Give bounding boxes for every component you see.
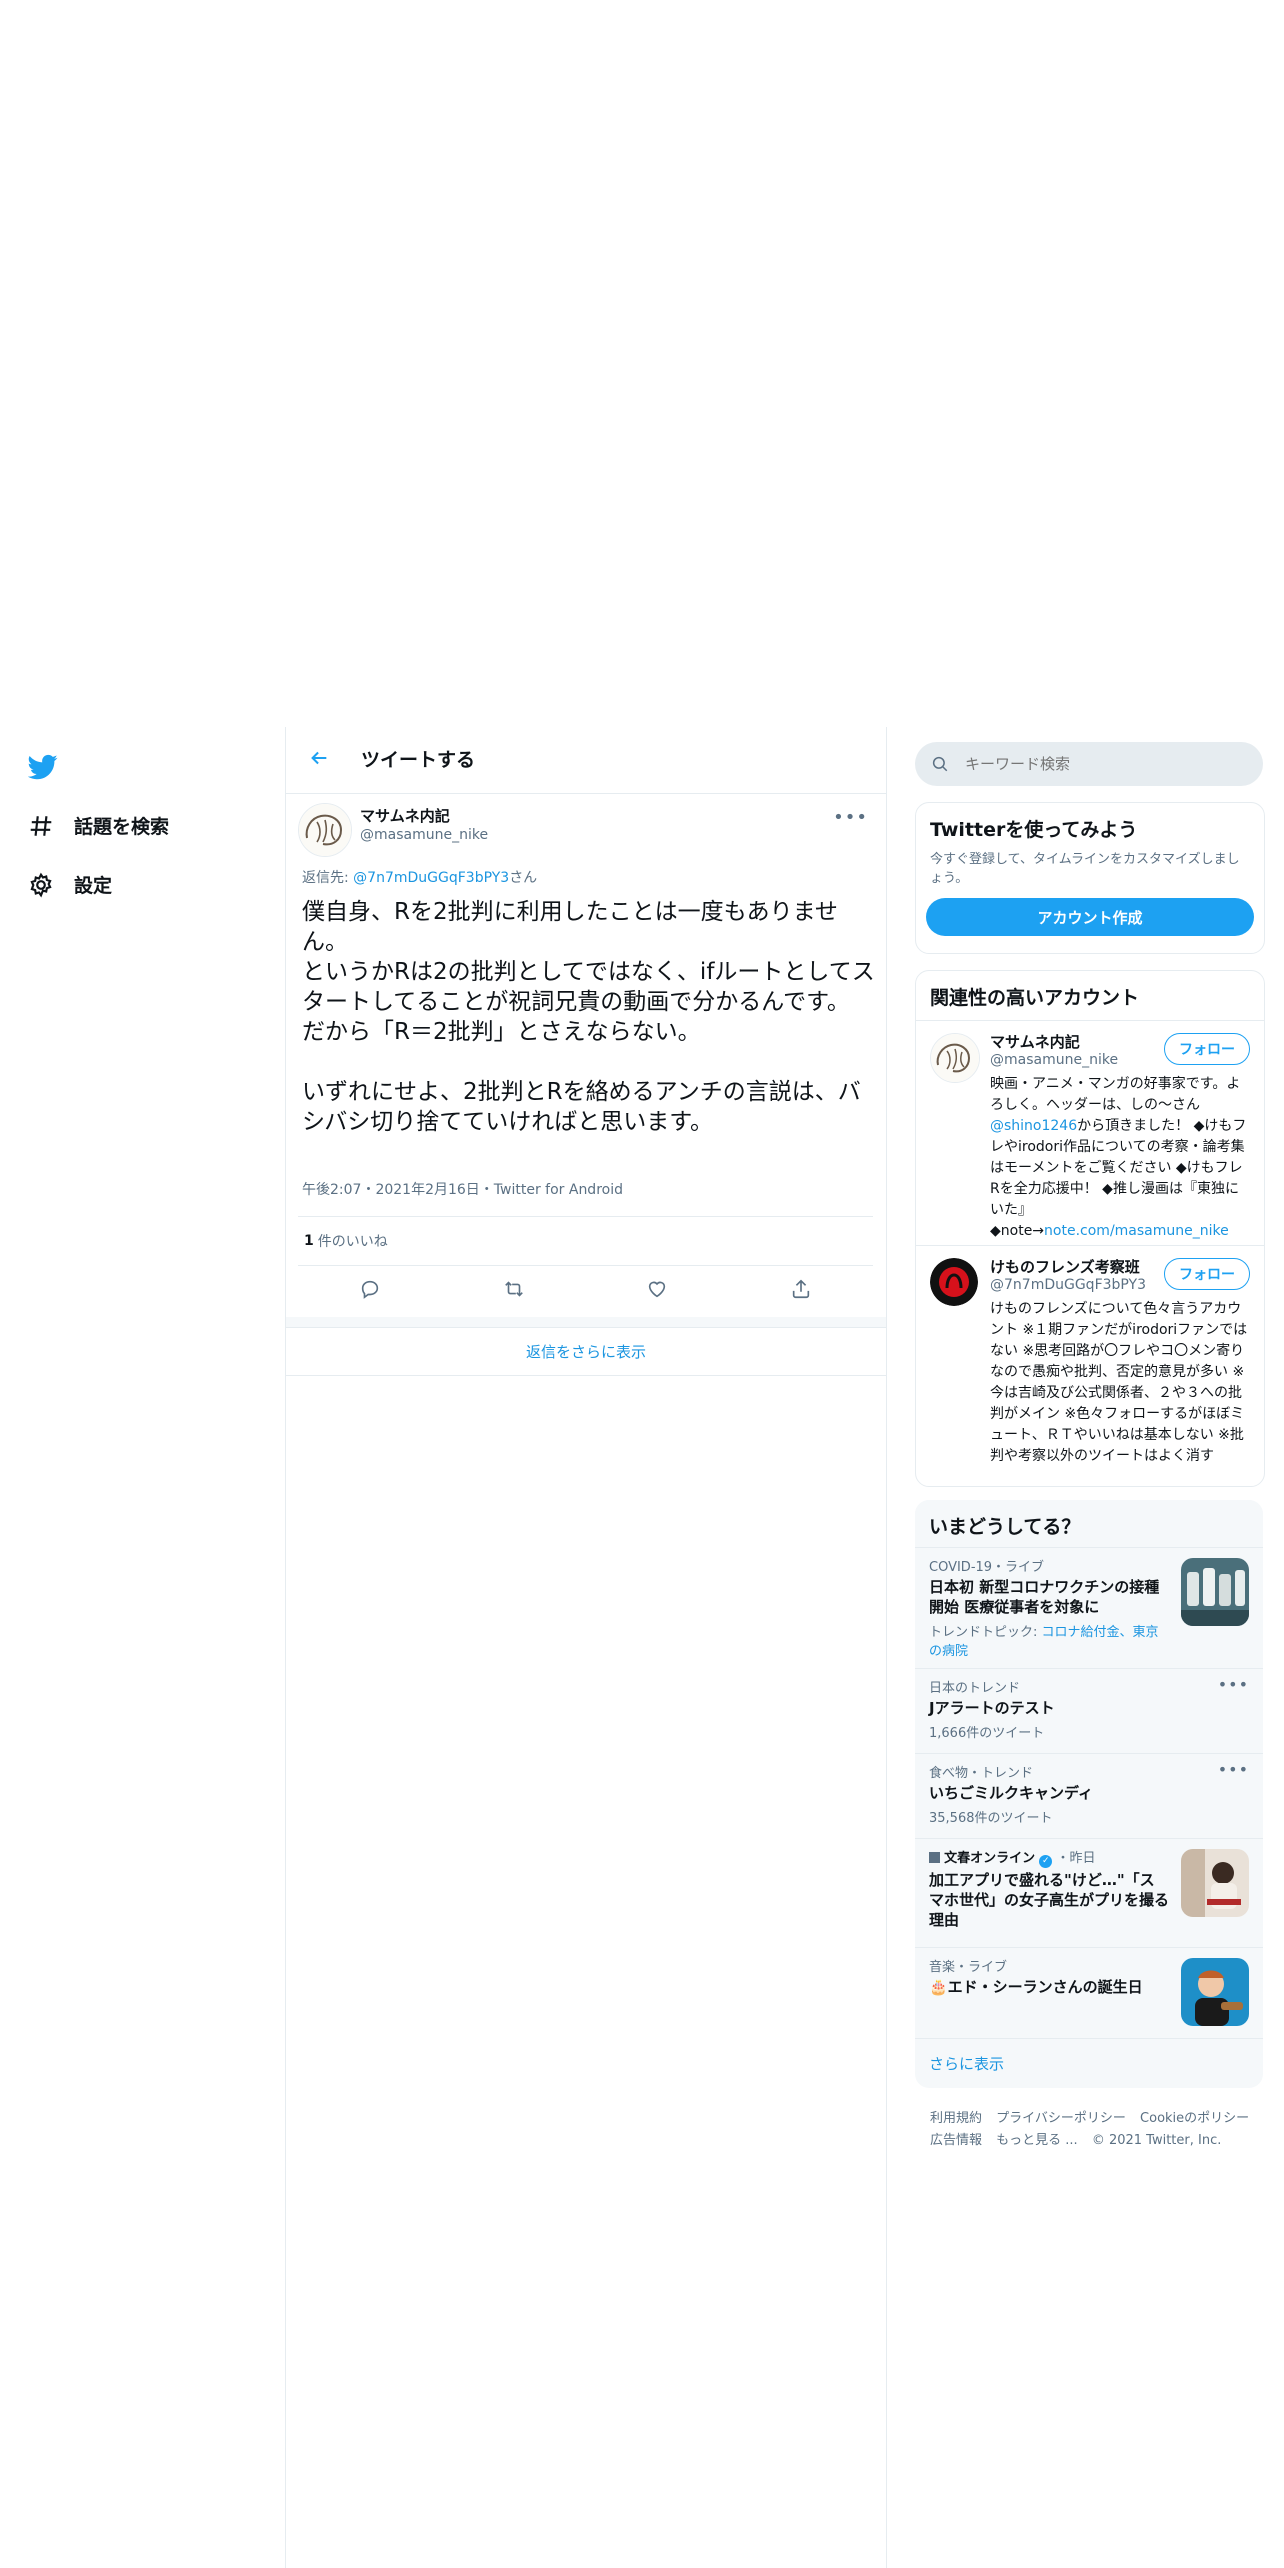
trends-title: いまどうしてる？ — [915, 1500, 1263, 1547]
account-bio: 映画・アニメ・マンガの好事家です。よろしく。ヘッダーは、しの〜さん @shino1… — [990, 1074, 1250, 1242]
follow-button[interactable]: フォロー — [1164, 1258, 1250, 1290]
news-source-icon — [929, 1852, 940, 1863]
trend-item[interactable]: 食べ物・トレンド いちごミルクキャンディ 35,568件のツイート ••• — [915, 1753, 1263, 1838]
footer-copyright: © 2021 Twitter, Inc. — [1091, 2133, 1222, 2148]
bio-url-link[interactable]: note.com/masamune_nike — [1044, 1223, 1229, 1239]
show-more-trends-link[interactable]: さらに表示 — [915, 2038, 1263, 2088]
trends-card: いまどうしてる？ COVID-19・ライブ 日本初 新型コロナワクチンの接種開始… — [915, 1500, 1263, 2088]
back-arrow-icon[interactable] — [308, 747, 334, 773]
more-options-icon[interactable]: ••• — [833, 807, 868, 828]
footer: 利用規約 プライバシーポリシー Cookieのポリシー 広告情報 もっと見る .… — [930, 2108, 1260, 2152]
footer-link-terms[interactable]: 利用規約 — [930, 2111, 982, 2126]
tweet-timestamp[interactable]: 午後2:07・2021年2月16日・Twitter for Android — [302, 1179, 623, 1199]
related-title: 関連性の高いアカウント — [930, 987, 1140, 1009]
account-avatar[interactable] — [930, 1033, 980, 1083]
trend-title: 加工アプリで盛れる"けど…"「スマホ世代」の女子高生がプリを撮る理由 — [929, 1871, 1170, 1929]
footer-link-more[interactable]: もっと見る ... — [996, 2133, 1078, 2148]
like-icon[interactable] — [646, 1278, 668, 1304]
trend-tweet-count: 35,568件のツイート — [929, 1811, 1053, 1826]
news-time: ・昨日 — [1056, 1851, 1096, 1866]
search-icon — [932, 756, 948, 772]
search-input[interactable] — [963, 754, 1247, 774]
reply-to-link[interactable]: @7n7mDuGGqF3bPY3 — [353, 870, 509, 886]
trend-thumbnail — [1181, 1849, 1249, 1917]
account-item[interactable]: マサムネ内記 @masamune_nike 映画・アニメ・マンガの好事家です。よ… — [916, 1020, 1264, 1245]
account-bio: けものフレンズについて色々言うアカウント ※１期ファンだがirodoriファンで… — [990, 1301, 1248, 1464]
reply-icon[interactable] — [359, 1278, 381, 1304]
search-box[interactable] — [915, 742, 1263, 786]
more-options-icon[interactable]: ••• — [1218, 1760, 1249, 1779]
follow-button[interactable]: フォロー — [1164, 1033, 1250, 1065]
nav-settings[interactable]: 設定 — [28, 871, 112, 898]
twitter-logo-icon[interactable] — [27, 752, 62, 782]
account-avatar[interactable] — [930, 1258, 978, 1306]
gear-icon — [30, 872, 52, 898]
trend-item[interactable]: COVID-19・ライブ 日本初 新型コロナワクチンの接種開始 医療従事者を対象… — [915, 1547, 1263, 1668]
trend-title: Jアラートのテスト — [929, 1699, 1055, 1717]
likes-count: 1 — [304, 1233, 314, 1249]
trend-tweet-count: 1,666件のツイート — [929, 1726, 1045, 1741]
trend-item[interactable]: 音楽・ライブ 🎂エド・シーランさんの誕生日 — [915, 1947, 1263, 2038]
create-account-button[interactable]: アカウント作成 — [926, 898, 1254, 936]
author-name[interactable]: マサムネ内記 — [360, 805, 450, 826]
trend-item[interactable]: 日本のトレンド Jアラートのテスト 1,666件のツイート ••• — [915, 1668, 1263, 1753]
verified-icon: ✓ — [1039, 1855, 1053, 1868]
reply-to-suffix: さん — [509, 870, 538, 886]
trend-thumbnail — [1181, 1558, 1249, 1626]
account-item[interactable]: けものフレンズ考察班 @7n7mDuGGqF3bPY3 けものフレンズについて色… — [916, 1245, 1264, 1486]
trend-item[interactable]: 文春オンライン ✓ ・昨日 加工アプリで盛れる"けど…"「スマホ世代」の女子高生… — [915, 1838, 1263, 1947]
trend-subtitle: トレンドトピック: コロナ給付金、東京の病院 — [929, 1621, 1169, 1659]
share-icon[interactable] — [790, 1278, 812, 1304]
column-header: ツイートする — [286, 727, 886, 794]
more-options-icon[interactable]: ••• — [1218, 1675, 1249, 1694]
page-title: ツイートする — [361, 749, 476, 771]
signup-card: Twitterを使ってみよう 今すぐ登録して、タイムラインをカスタマイズしましょ… — [915, 802, 1265, 954]
news-source-name: 文春オンライン — [944, 1851, 1036, 1866]
bio-mention-link[interactable]: @shino1246 — [990, 1118, 1077, 1134]
retweet-icon[interactable] — [503, 1278, 525, 1304]
related-accounts-card: 関連性の高いアカウント マサムネ内記 @masamune_nike 映画・アニメ… — [915, 970, 1265, 1487]
tweet-actions — [298, 1265, 873, 1317]
show-more-replies-link[interactable]: 返信をさらに表示 — [286, 1327, 886, 1376]
nav-explore[interactable]: 話題を検索 — [28, 812, 169, 839]
footer-link-ads[interactable]: 広告情報 — [930, 2133, 982, 2148]
signup-title: Twitterを使ってみよう — [930, 819, 1138, 841]
trend-context: 食べ物・トレンド — [929, 1766, 1034, 1781]
author-avatar[interactable] — [298, 803, 352, 857]
likes-label: 件のいいね — [317, 1234, 388, 1250]
author-handle[interactable]: @masamune_nike — [360, 827, 488, 843]
bio-text: 映画・アニメ・マンガの好事家です。よろしく。ヘッダーは、しの〜さん — [990, 1076, 1241, 1113]
nav-settings-label: 設定 — [74, 875, 113, 897]
footer-link-cookie[interactable]: Cookieのポリシー — [1140, 2111, 1249, 2126]
tweet-text: 僕自身、Rを2批判に利用したことは一度もありません。 というかRは2の批判として… — [302, 899, 875, 1135]
reply-to-line: 返信先: @7n7mDuGGqF3bPY3さん — [302, 867, 537, 887]
nav-explore-label: 話題を検索 — [74, 816, 170, 838]
bio-text-cont: から頂きました！ ◆けもフレやirodori作品についての考察・論考集はモーメン… — [990, 1118, 1247, 1239]
trend-topic-prefix: トレンドトピック: — [929, 1625, 1042, 1640]
trend-thumbnail — [1181, 1958, 1249, 2026]
hashtag-icon — [30, 815, 52, 836]
signup-description: 今すぐ登録して、タイムラインをカスタマイズしましょう。 — [930, 852, 1240, 886]
trend-context: 日本のトレンド — [929, 1681, 1021, 1696]
trend-title: 日本初 新型コロナワクチンの接種開始 医療従事者を対象に — [929, 1578, 1160, 1616]
trend-title: いちごミルクキャンディ — [929, 1784, 1093, 1802]
likes-row[interactable]: 1 件のいいね — [298, 1216, 873, 1266]
reply-to-prefix: 返信先: — [302, 870, 354, 886]
tweet-column: ツイートする マサムネ内記 @masamune_nike ••• 返信先: @7… — [285, 727, 887, 2568]
footer-link-privacy[interactable]: プライバシーポリシー — [996, 2111, 1126, 2126]
